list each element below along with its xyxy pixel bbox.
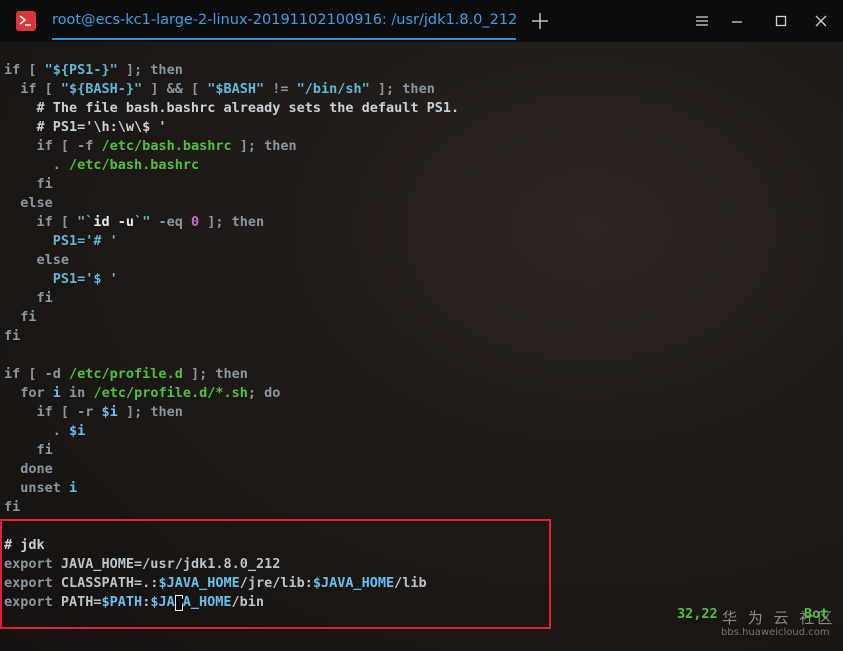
terminal-token: $i bbox=[69, 423, 86, 439]
terminal-window: root@ecs-kc1-large-2-linux-2019110210091… bbox=[0, 0, 843, 651]
terminal-line: else bbox=[4, 251, 70, 270]
terminal-line: # PS1='\h:\w\$ ' bbox=[4, 118, 167, 137]
terminal-token: /etc/bash.bashrc bbox=[101, 138, 232, 154]
terminal-line: fi bbox=[4, 327, 20, 346]
terminal-token: "` bbox=[77, 214, 94, 230]
terminal-line: fi bbox=[4, 308, 37, 327]
terminal-token: /etc/bash.bashrc bbox=[69, 157, 200, 173]
menu-icon[interactable] bbox=[691, 10, 713, 32]
terminal-token: id -u bbox=[93, 214, 135, 230]
tab-terminal[interactable]: root@ecs-kc1-large-2-linux-2019110210091… bbox=[52, 0, 518, 42]
terminal-token: fi bbox=[4, 176, 53, 192]
terminal-line: fi bbox=[4, 498, 20, 517]
terminal-line: PS1='$ ' bbox=[4, 270, 118, 289]
terminal-token: # The file bash.bashrc already sets the … bbox=[4, 100, 460, 116]
terminal-token: ]; then bbox=[199, 214, 265, 230]
terminal-token: ]; then bbox=[182, 366, 248, 382]
terminal-token: -eq bbox=[150, 214, 191, 230]
terminal-token: PS1= bbox=[4, 233, 86, 249]
terminal-token: /etc/profile.d bbox=[69, 366, 183, 382]
tab-title: root@ecs-kc1-large-2-linux-2019110210091… bbox=[52, 12, 518, 28]
terminal-token: ]; then bbox=[117, 62, 183, 78]
terminal-token: ; do bbox=[247, 385, 281, 401]
terminal-token: if [ -f bbox=[4, 138, 102, 154]
terminal-token: ] && [ bbox=[142, 81, 208, 97]
terminal-token: unset bbox=[4, 480, 70, 496]
terminal-line: . $i bbox=[4, 422, 86, 441]
terminal-line: unset i bbox=[4, 479, 77, 498]
terminal-line: fi bbox=[4, 175, 53, 194]
terminal-token: . bbox=[4, 157, 70, 173]
terminal-line: for i in /etc/profile.d/*.sh; do bbox=[4, 384, 280, 403]
terminal-line: # The file bash.bashrc already sets the … bbox=[4, 99, 460, 118]
maximize-icon[interactable] bbox=[770, 10, 792, 32]
terminal-line: fi bbox=[4, 289, 53, 308]
terminal-token: "${BASH-}" bbox=[60, 81, 143, 97]
terminal-line: PS1='# ' bbox=[4, 232, 118, 251]
plus-icon[interactable] bbox=[529, 10, 551, 32]
terminal-token: in bbox=[60, 385, 94, 401]
terminal-token: fi bbox=[4, 290, 53, 306]
terminal-token: '$ ' bbox=[85, 271, 118, 287]
minimize-icon[interactable] bbox=[726, 10, 748, 32]
terminal-line: if [ -f /etc/bash.bashrc ]; then bbox=[4, 137, 297, 156]
terminal-output[interactable]: if [ "${PS1-}" ]; then if [ "${BASH-}" ]… bbox=[0, 42, 843, 651]
terminal-token: `" bbox=[134, 214, 151, 230]
terminal-line: fi bbox=[4, 441, 53, 460]
terminal-token: fi bbox=[4, 328, 21, 344]
terminal-token: ]; then bbox=[231, 138, 297, 154]
terminal-line: else bbox=[4, 194, 53, 213]
terminal-token: ]; then bbox=[369, 81, 435, 97]
terminal-line: if [ "`id -u`" -eq 0 ]; then bbox=[4, 213, 265, 232]
terminal-token: $i bbox=[101, 404, 118, 420]
terminal-token: fi bbox=[4, 442, 53, 458]
terminal-token: PS1= bbox=[4, 271, 86, 287]
terminal-token: . bbox=[4, 423, 70, 439]
terminal-token: ]; then bbox=[117, 404, 183, 420]
terminal-token: "/bin/sh" bbox=[296, 81, 370, 97]
terminal-token: for bbox=[4, 385, 53, 401]
close-icon[interactable] bbox=[810, 10, 832, 32]
terminal-token: 0 bbox=[190, 214, 200, 230]
terminal-token: if [ -r bbox=[4, 404, 102, 420]
scroll-position: Bot bbox=[804, 606, 829, 622]
title-bar: root@ecs-kc1-large-2-linux-2019110210091… bbox=[0, 0, 843, 42]
terminal-token: /etc/profile.d/*.sh bbox=[93, 385, 248, 401]
terminal-token: done bbox=[4, 461, 53, 477]
terminal-token: if [ bbox=[4, 62, 45, 78]
tab-active-indicator bbox=[52, 38, 516, 40]
terminal-token: "${PS1-}" bbox=[44, 62, 118, 78]
terminal-icon[interactable] bbox=[16, 11, 36, 31]
terminal-token: "$BASH" bbox=[207, 81, 265, 97]
terminal-line: if [ -d /etc/profile.d ]; then bbox=[4, 365, 248, 384]
terminal-token: '# ' bbox=[85, 233, 118, 249]
terminal-line: if [ -r $i ]; then bbox=[4, 403, 183, 422]
terminal-line: if [ "${BASH-}" ] && [ "$BASH" != "/bin/… bbox=[4, 80, 435, 99]
cursor-position: 32,22 bbox=[677, 606, 718, 622]
terminal-token: else bbox=[4, 252, 70, 268]
terminal-token: if [ bbox=[4, 214, 78, 230]
terminal-token: i bbox=[69, 480, 78, 496]
terminal-token: i bbox=[52, 385, 61, 401]
terminal-token: fi bbox=[4, 499, 21, 515]
terminal-line: if [ "${PS1-}" ]; then bbox=[4, 61, 183, 80]
terminal-token: fi bbox=[4, 309, 37, 325]
terminal-token: != bbox=[264, 81, 297, 97]
highlight-annotation-box bbox=[0, 519, 551, 629]
terminal-token: if [ bbox=[4, 81, 61, 97]
terminal-token: if [ -d bbox=[4, 366, 70, 382]
terminal-line: . /etc/bash.bashrc bbox=[4, 156, 199, 175]
terminal-line: done bbox=[4, 460, 53, 479]
terminal-token: # PS1='\h:\w\$ ' bbox=[4, 119, 167, 135]
terminal-token: else bbox=[4, 195, 53, 211]
watermark-url: bbs.huaweicloud.com bbox=[721, 627, 830, 638]
